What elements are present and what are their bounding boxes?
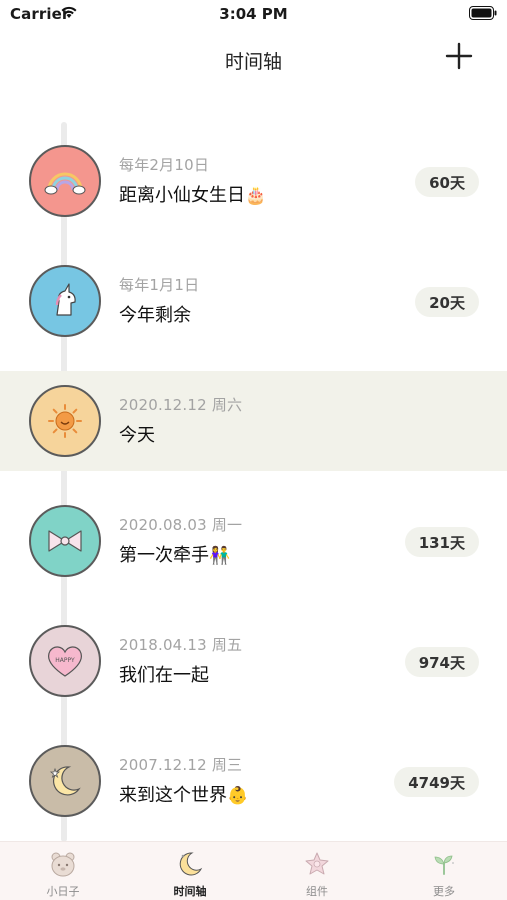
- tab-label: 小日子: [46, 885, 80, 898]
- event-date: 2007.12.12 周三: [119, 756, 243, 774]
- status-bar: Carrier 3:04 PM: [0, 0, 507, 30]
- baby-emoji: 👶: [227, 786, 249, 806]
- event-row-first-hand-holding[interactable]: 2020.08.03 周一 第一次牵手👫 131天: [0, 491, 507, 591]
- days-badge: 131天: [404, 527, 479, 557]
- event-row-year-remaining[interactable]: 每年1月1日 今年剩余 20天: [0, 251, 507, 351]
- event-date: 2018.04.13 周五: [119, 636, 243, 654]
- event-date: 2020.08.03 周一: [119, 516, 243, 534]
- event-icon-circle: [29, 265, 101, 337]
- tab-label: 更多: [433, 885, 455, 898]
- tab-bar: 小日子 时间轴 组件 更多: [0, 841, 507, 900]
- tab-label: 时间轴: [173, 885, 207, 898]
- tab-timeline[interactable]: 时间轴: [127, 842, 253, 900]
- days-badge: 20天: [415, 287, 479, 317]
- heart-text: HAPPY: [55, 657, 75, 664]
- moon-icon: [49, 766, 81, 796]
- event-row-birthday[interactable]: 每年2月10日 距离小仙女生日🎂 60天: [0, 131, 507, 231]
- event-row-together[interactable]: HAPPY 2018.04.13 周五 我们在一起 974天: [0, 611, 507, 711]
- page-title: 时间轴: [224, 51, 282, 73]
- sun-icon: [48, 404, 82, 438]
- event-icon-circle: HAPPY: [29, 625, 101, 697]
- event-icon-circle: [29, 145, 101, 217]
- couple-emoji: 👫: [209, 546, 231, 566]
- add-event-button[interactable]: [441, 38, 477, 74]
- happy-heart-icon: HAPPY: [47, 646, 83, 677]
- event-title: 今年剩余: [119, 305, 191, 326]
- event-icon-circle: [29, 505, 101, 577]
- sprout-icon: [434, 855, 454, 875]
- cake-emoji: 🎂: [245, 186, 267, 206]
- event-row-birth[interactable]: 2007.12.12 周三 来到这个世界👶 4749天: [0, 731, 507, 831]
- days-badge: 974天: [404, 647, 479, 677]
- battery-icon: [469, 6, 497, 20]
- event-date: 2020.12.12 周六: [119, 396, 243, 414]
- event-date: 每年2月10日: [119, 156, 210, 174]
- tab-label: 组件: [306, 885, 328, 898]
- rainbow-icon: [44, 172, 86, 195]
- clock: 3:04 PM: [219, 5, 288, 23]
- event-title: 第一次牵手👫: [119, 545, 231, 566]
- event-date: 每年1月1日: [119, 276, 200, 294]
- moon-icon: [179, 852, 203, 876]
- days-badge: 60天: [415, 167, 479, 197]
- event-title: 距离小仙女生日🎂: [119, 185, 267, 206]
- tab-widgets[interactable]: 组件: [254, 842, 380, 900]
- screen: Carrier 3:04 PM 时间轴 每年2月10日 距离小仙女生日🎂 60天…: [0, 0, 507, 900]
- event-title: 来到这个世界👶: [119, 785, 249, 806]
- tab-small-days[interactable]: 小日子: [0, 842, 126, 900]
- bear-icon: [51, 852, 75, 877]
- flower-icon: [305, 852, 329, 875]
- bow-icon: [48, 530, 82, 552]
- event-title: 我们在一起: [119, 665, 209, 686]
- plus-icon: [445, 42, 473, 70]
- tab-more[interactable]: 更多: [381, 842, 507, 900]
- event-title: 今天: [119, 425, 155, 446]
- days-badge: 4749天: [394, 767, 479, 797]
- event-icon-circle: [29, 385, 101, 457]
- event-icon-circle: [29, 745, 101, 817]
- unicorn-icon: [55, 283, 76, 316]
- event-row-today[interactable]: 2020.12.12 周六 今天: [0, 371, 507, 471]
